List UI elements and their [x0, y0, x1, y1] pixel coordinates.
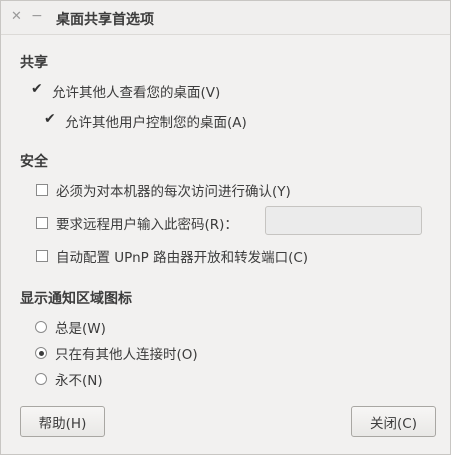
- allow-view-checkbox[interactable]: [31, 81, 44, 97]
- allow-control-checkbox[interactable]: [44, 111, 57, 127]
- notify-always-label: 总是(W): [55, 321, 106, 337]
- notify-never-radio-row[interactable]: 永不(N): [35, 369, 103, 389]
- notify-never-radio[interactable]: [35, 373, 47, 385]
- notify-always-radio[interactable]: [35, 321, 47, 333]
- notify-never-label: 永不(N): [55, 373, 103, 389]
- preferences-window: ✕ − 桌面共享首选项 共享 允许其他人查看您的桌面(V) 允许其他用户控制您的…: [0, 0, 451, 455]
- confirm-access-label: 必须为对本机器的每次访问进行确认(Y): [56, 184, 291, 200]
- allow-view-label: 允许其他人查看您的桌面(V): [52, 85, 221, 101]
- require-password-checkbox[interactable]: [36, 217, 48, 229]
- window-title: 桌面共享首选项: [56, 12, 154, 28]
- require-password-label: 要求远程用户输入此密码(R)：: [56, 217, 238, 233]
- notify-connected-radio-row[interactable]: 只在有其他人连接时(O): [35, 343, 198, 363]
- help-button[interactable]: 帮助(H): [20, 406, 105, 437]
- require-password-checkbox-row[interactable]: 要求远程用户输入此密码(R)：: [36, 213, 238, 233]
- confirm-access-checkbox[interactable]: [36, 184, 48, 196]
- allow-control-checkbox-row[interactable]: 允许其他用户控制您的桌面(A): [44, 111, 247, 131]
- security-heading: 安全: [20, 154, 48, 170]
- allow-view-checkbox-row[interactable]: 允许其他人查看您的桌面(V): [31, 81, 221, 101]
- confirm-access-checkbox-row[interactable]: 必须为对本机器的每次访问进行确认(Y): [36, 180, 291, 200]
- close-window-icon[interactable]: ✕: [11, 9, 22, 25]
- upnp-checkbox-row[interactable]: 自动配置 UPnP 路由器开放和转发端口(C): [36, 246, 308, 266]
- allow-control-label: 允许其他用户控制您的桌面(A): [65, 115, 247, 131]
- notification-heading: 显示通知区域图标: [20, 291, 132, 307]
- notify-connected-label: 只在有其他人连接时(O): [55, 347, 198, 363]
- upnp-checkbox[interactable]: [36, 250, 48, 262]
- minimize-window-icon[interactable]: −: [31, 8, 43, 24]
- password-input[interactable]: [265, 206, 422, 235]
- close-button[interactable]: 关闭(C): [351, 406, 436, 437]
- notify-always-radio-row[interactable]: 总是(W): [35, 317, 106, 337]
- sharing-heading: 共享: [20, 55, 48, 71]
- upnp-label: 自动配置 UPnP 路由器开放和转发端口(C): [56, 250, 309, 266]
- notify-connected-radio[interactable]: [35, 347, 47, 359]
- title-bar: ✕ − 桌面共享首选项: [1, 1, 450, 35]
